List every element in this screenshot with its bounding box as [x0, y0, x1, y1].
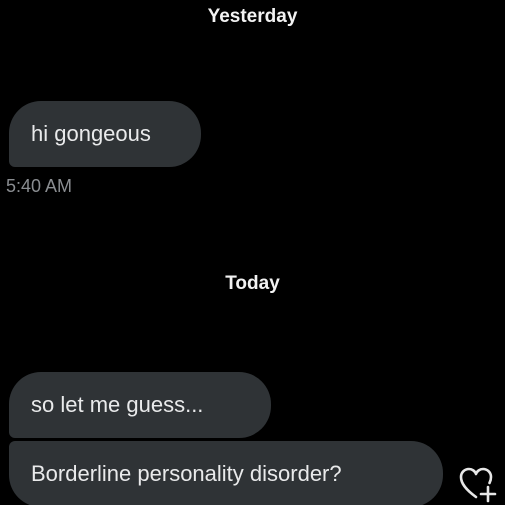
message-timestamp: 5:40 AM: [6, 176, 73, 196]
date-header-yesterday: Yesterday: [207, 6, 298, 27]
message-text: so let me guess...: [31, 392, 204, 417]
date-header-today: Today: [225, 273, 280, 294]
message-bubble[interactable]: hi gongeous: [9, 101, 201, 167]
message-text: Borderline personality disorder?: [31, 461, 342, 486]
add-reaction-button[interactable]: [455, 463, 501, 505]
heart-plus-icon: [459, 467, 497, 503]
message-text: hi gongeous: [31, 121, 151, 146]
message-bubble[interactable]: Borderline personality disorder?: [9, 441, 443, 505]
message-bubble[interactable]: so let me guess...: [9, 372, 271, 438]
